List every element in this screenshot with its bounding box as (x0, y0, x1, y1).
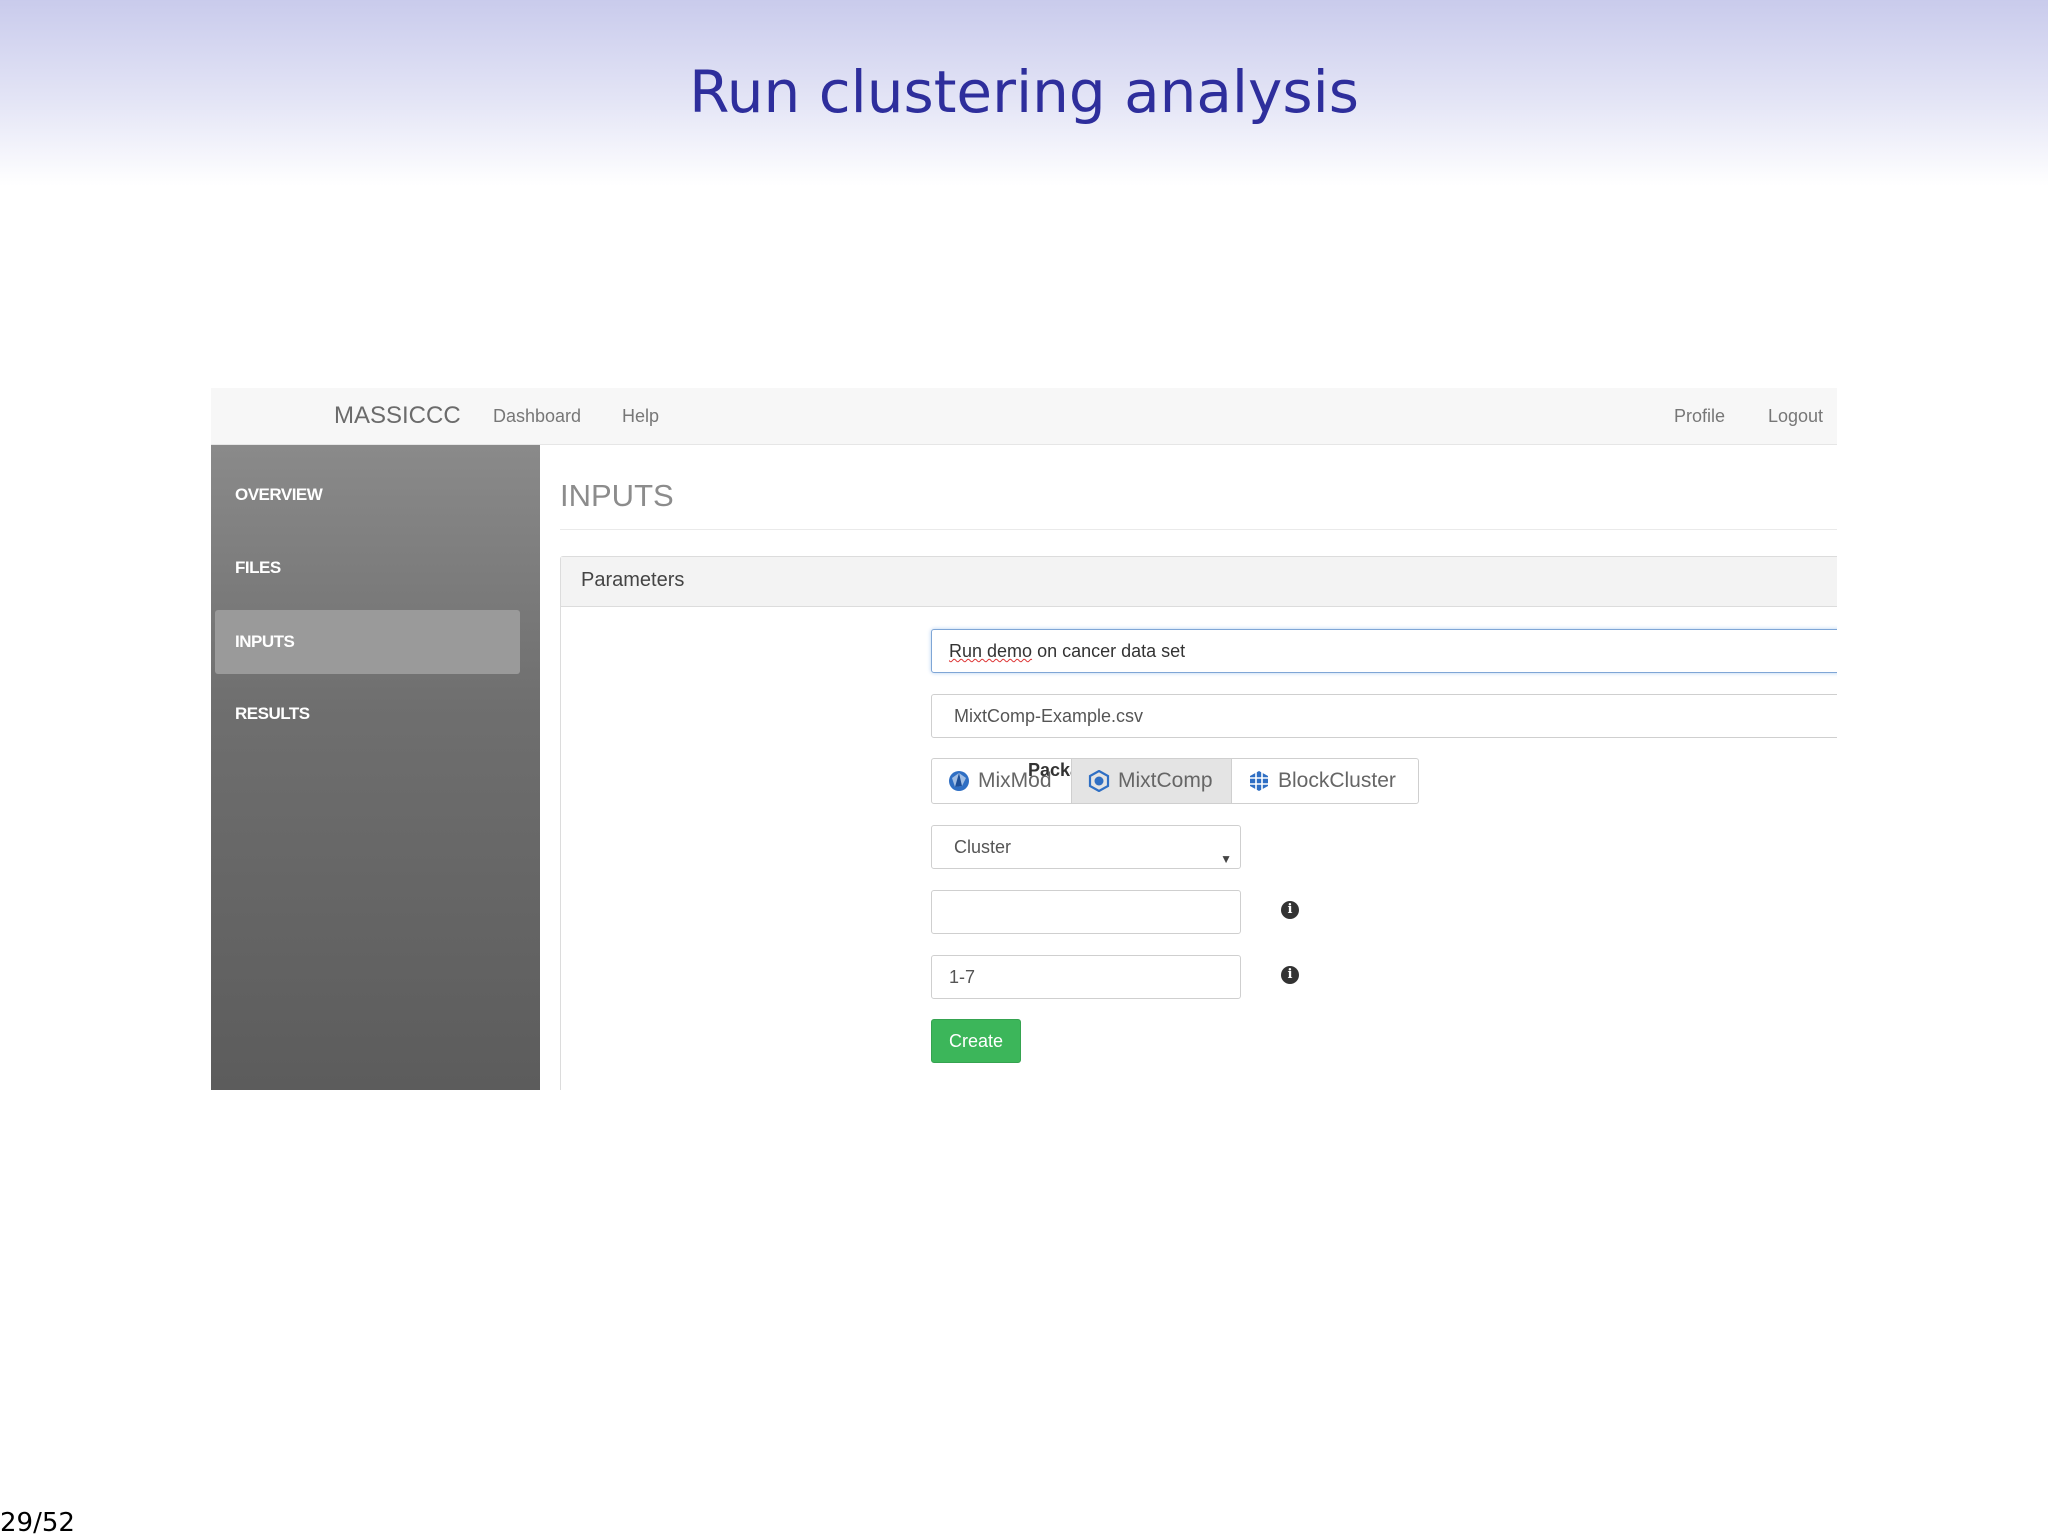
cluster-groups-value: 1-7 (949, 967, 976, 987)
function-select[interactable]: Cluster ▼ (931, 825, 1241, 869)
app-screenshot: MASSICCC Dashboard Help Profile Logout O… (211, 388, 1837, 1090)
page-title: INPUTS (560, 478, 674, 513)
page-number: 29/52 (0, 1508, 75, 1538)
sidebar-item-label: INPUTS (235, 632, 295, 651)
sidebar-item-files[interactable]: FILES (215, 536, 520, 600)
data-file-input[interactable]: MixtComp-Example.csv (931, 694, 1837, 738)
dropdown-arrow-icon: ▼ (1220, 852, 1232, 866)
package-blockcluster-button[interactable]: BlockCluster (1232, 759, 1418, 803)
function-select-value: Cluster (954, 837, 1012, 857)
sidebar: OVERVIEW FILES INPUTS RESULTS (211, 445, 540, 1090)
sidebar-item-overview[interactable]: OVERVIEW (215, 463, 520, 527)
package-label-text: MixMod (978, 769, 1052, 792)
slide-title: Run clustering analysis (689, 58, 1359, 126)
data-file-value: MixtComp-Example.csv (954, 706, 1144, 726)
sidebar-item-label: RESULTS (235, 704, 310, 723)
package-label-text: BlockCluster (1278, 769, 1396, 792)
nav-link-help[interactable]: Help (622, 396, 659, 436)
nav-link-logout[interactable]: Logout (1768, 396, 1823, 436)
package-mixmod-button[interactable]: MixMod (932, 759, 1072, 803)
sidebar-item-label: OVERVIEW (235, 485, 323, 504)
labels-column-input[interactable] (931, 890, 1241, 934)
sidebar-item-results[interactable]: RESULTS (215, 682, 520, 746)
title-input-value: on cancer data set (1032, 641, 1186, 661)
sidebar-item-label: FILES (235, 558, 281, 577)
title-input-value-flagged: Run demo (949, 641, 1033, 661)
top-navbar: MASSICCC Dashboard Help Profile Logout (211, 388, 1837, 445)
info-icon-cluster-groups[interactable]: i (1281, 966, 1299, 984)
package-label-text: MixtComp (1118, 769, 1213, 792)
mixmod-icon (949, 771, 969, 791)
brand-logo[interactable]: MASSICCC (334, 396, 461, 436)
mixtcomp-icon (1088, 770, 1110, 792)
blockcluster-icon (1250, 771, 1268, 791)
cluster-groups-input[interactable]: 1-7 (931, 955, 1241, 999)
package-mixtcomp-button[interactable]: MixtComp (1072, 759, 1232, 803)
create-button[interactable]: Create (931, 1019, 1021, 1063)
panel-header: Parameters (561, 557, 1837, 607)
sidebar-item-inputs[interactable]: INPUTS (215, 610, 520, 674)
info-icon-labels-column[interactable]: i (1281, 901, 1299, 919)
panel-title: Parameters (581, 569, 685, 591)
package-selector: MixMod MixtComp BlockCluster (931, 758, 1419, 804)
title-input[interactable]: Run demo on cancer data set (931, 629, 1837, 673)
title-divider (560, 529, 1837, 530)
nav-link-dashboard[interactable]: Dashboard (493, 396, 581, 436)
nav-link-profile[interactable]: Profile (1674, 396, 1725, 436)
